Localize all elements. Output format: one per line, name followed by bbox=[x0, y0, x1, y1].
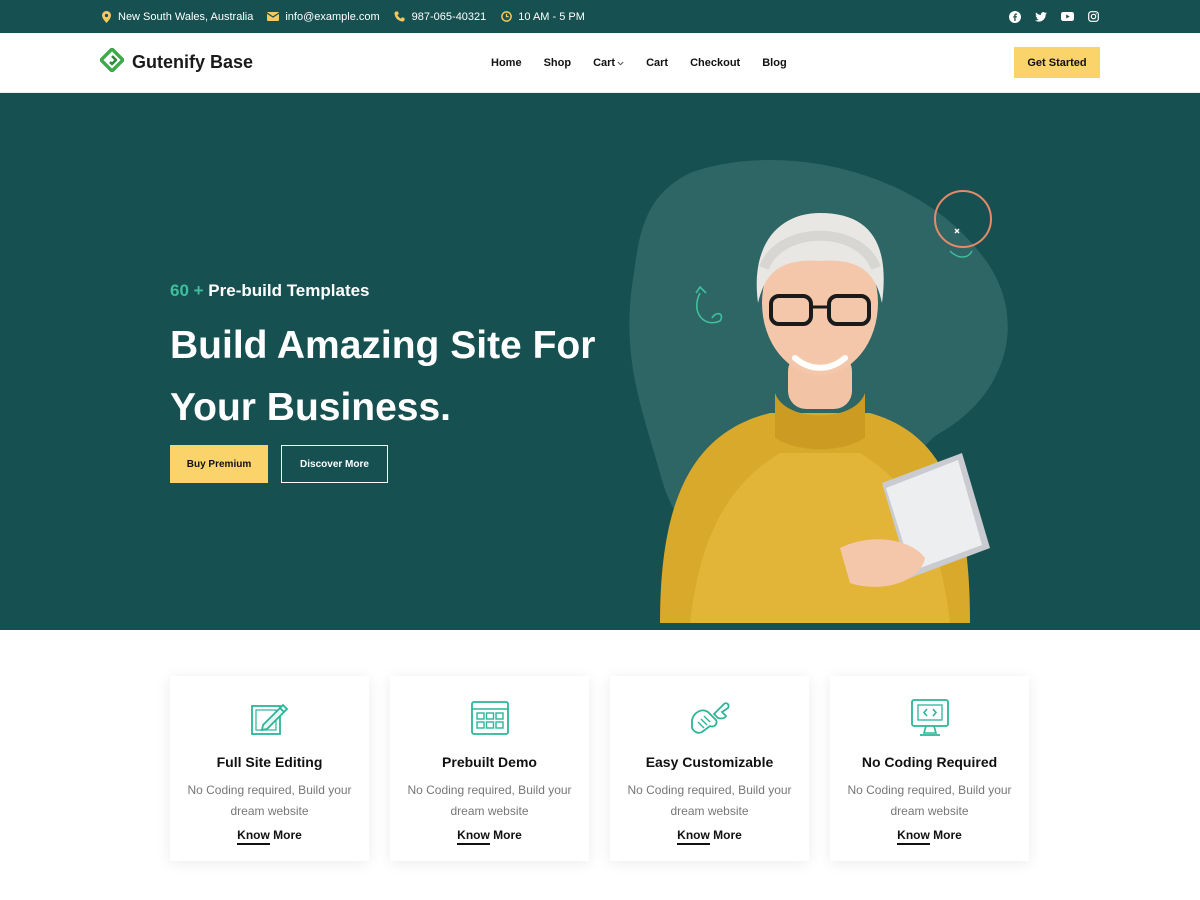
hours-text: 10 AM - 5 PM bbox=[518, 10, 585, 23]
edit-icon bbox=[248, 696, 292, 740]
feature-title: Prebuilt Demo bbox=[442, 754, 537, 770]
hero-illustration bbox=[629, 159, 1008, 623]
know-more-link[interactable]: Know More bbox=[897, 828, 962, 845]
brand[interactable]: Gutenify Base bbox=[99, 47, 254, 77]
nav-item-cart-dropdown[interactable]: Cart bbox=[593, 57, 624, 69]
phone-text[interactable]: 987-065-40321 bbox=[412, 11, 487, 23]
feature-card: No Coding Required No Coding required, B… bbox=[830, 676, 1029, 861]
nav-item-label: Cart bbox=[593, 56, 616, 69]
get-started-button[interactable]: Get Started bbox=[1014, 47, 1100, 78]
feature-description: No Coding required, Build your dream web… bbox=[407, 783, 572, 818]
grid-window-icon bbox=[468, 696, 512, 740]
nav-item-home[interactable]: Home bbox=[491, 57, 522, 69]
feature-card: Easy Customizable No Coding required, Bu… bbox=[610, 676, 809, 861]
feature-description: No Coding required, Build your dream web… bbox=[627, 783, 792, 818]
templates-text: Pre-build Templates bbox=[208, 281, 370, 300]
twitter-icon[interactable] bbox=[1034, 10, 1048, 24]
social-links bbox=[1008, 10, 1100, 24]
features-row: Full Site Editing No Coding required, Bu… bbox=[170, 676, 1029, 861]
email-text[interactable]: info@example.com bbox=[285, 11, 379, 23]
site-header: Gutenify Base Home Shop Cart Cart Checko… bbox=[0, 33, 1200, 93]
feature-card: Prebuilt Demo No Coding required, Build … bbox=[390, 676, 589, 861]
feature-description: No Coding required, Build your dream web… bbox=[187, 783, 352, 818]
phone-icon bbox=[394, 11, 406, 23]
hero-title: Build Amazing Site For Your Business. bbox=[170, 324, 596, 429]
hours-info: 10 AM - 5 PM bbox=[500, 11, 585, 23]
feature-description: No Coding required, Build your dream web… bbox=[847, 783, 1012, 818]
templates-count: 60 + bbox=[170, 281, 204, 300]
chevron-down-icon bbox=[617, 57, 624, 69]
instagram-icon[interactable] bbox=[1086, 10, 1100, 24]
feature-title: No Coding Required bbox=[861, 754, 998, 770]
feature-title: Full Site Editing bbox=[216, 754, 323, 770]
facebook-icon[interactable] bbox=[1008, 10, 1022, 24]
nav-item-cart[interactable]: Cart bbox=[646, 57, 668, 69]
wrench-hand-icon bbox=[688, 696, 732, 740]
location-text: New South Wales, Australia bbox=[118, 10, 254, 23]
envelope-icon bbox=[267, 11, 280, 23]
brand-name: Gutenify Base bbox=[132, 52, 254, 72]
nav-item-shop[interactable]: Shop bbox=[544, 57, 572, 69]
clock-icon bbox=[500, 11, 512, 23]
phone-info[interactable]: 987-065-40321 bbox=[394, 11, 487, 23]
email-info[interactable]: info@example.com bbox=[267, 11, 380, 23]
logo-icon bbox=[99, 47, 125, 77]
contact-info: New South Wales, Australia info@example.… bbox=[100, 10, 585, 23]
buy-premium-button[interactable]: Buy Premium bbox=[170, 445, 268, 483]
know-more-link[interactable]: Know More bbox=[677, 828, 742, 845]
top-bar: New South Wales, Australia info@example.… bbox=[0, 0, 1200, 33]
code-monitor-icon bbox=[908, 696, 952, 740]
know-more-link[interactable]: Know More bbox=[237, 828, 302, 845]
know-more-link[interactable]: Know More bbox=[457, 828, 522, 845]
nav-item-checkout[interactable]: Checkout bbox=[690, 57, 740, 69]
feature-title: Easy Customizable bbox=[645, 754, 774, 770]
location-info: New South Wales, Australia bbox=[100, 10, 254, 23]
nav-item-blog[interactable]: Blog bbox=[762, 57, 786, 69]
main-nav: Home Shop Cart Cart Checkout Blog bbox=[491, 57, 809, 69]
discover-more-button[interactable]: Discover More bbox=[281, 445, 388, 483]
feature-card: Full Site Editing No Coding required, Bu… bbox=[170, 676, 369, 861]
hero-kicker: 60 + Pre-build Templates bbox=[170, 281, 370, 301]
hero-section: 60 + Pre-build Templates Build Amazing S… bbox=[0, 93, 1200, 630]
location-pin-icon bbox=[100, 10, 112, 23]
youtube-icon[interactable] bbox=[1060, 10, 1074, 24]
